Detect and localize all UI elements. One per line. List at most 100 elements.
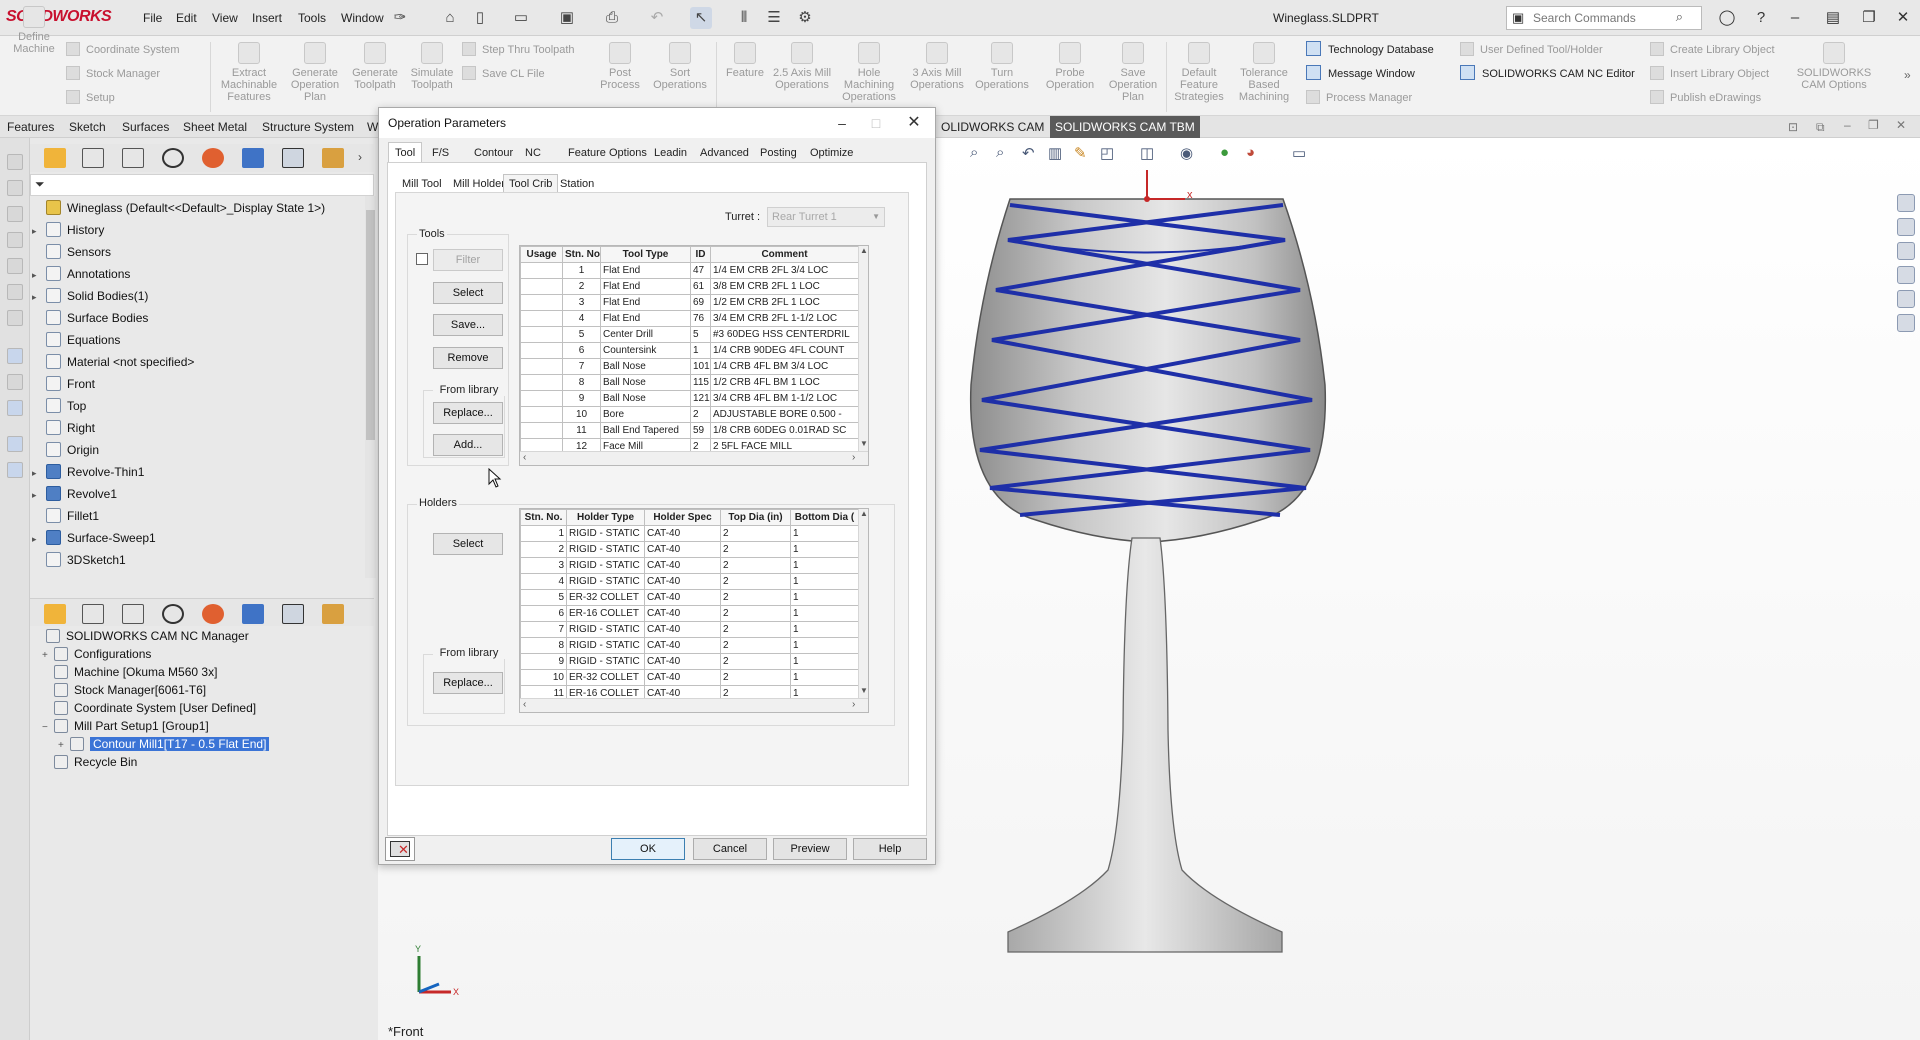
tool-row[interactable]: 1 Flat End 47 1/4 EM CRB 2FL 3/4 LOC bbox=[520, 262, 859, 279]
save-icon[interactable]: ▣ bbox=[556, 7, 578, 29]
cam-tree-item[interactable]: + Contour Mill1[T17 - 0.5 Flat End] bbox=[58, 735, 270, 753]
property-manager-tab-icon[interactable] bbox=[82, 148, 104, 168]
help-button[interactable]: Help bbox=[853, 838, 927, 860]
tools-horizontal-scrollbar[interactable] bbox=[520, 451, 868, 465]
tree-item[interactable]: ▸ History bbox=[32, 219, 364, 241]
tolerance-machining-button[interactable]: Tolerance Based Machining bbox=[1232, 42, 1296, 103]
expand-arrow-icon[interactable]: ▸ bbox=[32, 484, 46, 506]
tree-item[interactable]: Sensors bbox=[32, 241, 364, 263]
tools-column-header[interactable]: Usage bbox=[520, 246, 563, 263]
create-library-object-button[interactable]: Create Library Object bbox=[1650, 40, 1775, 60]
options-gear-icon[interactable]: ⚙ bbox=[794, 7, 816, 29]
expand-arrow-icon[interactable]: ▸ bbox=[32, 286, 46, 308]
tab-advanced[interactable]: Advanced bbox=[693, 142, 756, 162]
file-properties-icon[interactable]: ☰ bbox=[763, 7, 785, 29]
holder-row[interactable]: 7 RIGID - STATIC CAT-40 2 1 bbox=[520, 621, 859, 638]
user-account-icon[interactable]: ◯ bbox=[1716, 8, 1738, 28]
tool-replace-button[interactable]: Replace... bbox=[433, 402, 503, 424]
minimize-icon[interactable]: – bbox=[1784, 8, 1806, 28]
new-document-icon[interactable]: ▯ bbox=[469, 7, 491, 29]
cam-tree-item[interactable]: + Configurations bbox=[42, 645, 151, 663]
cam-tree-item[interactable]: − Mill Part Setup1 [Group1] bbox=[42, 717, 209, 735]
feature-button[interactable]: Feature bbox=[720, 42, 770, 79]
ok-button[interactable]: OK bbox=[611, 838, 685, 860]
hide-show-icon[interactable]: ◉ bbox=[1180, 144, 1193, 162]
panel-icon-5[interactable] bbox=[7, 258, 23, 274]
cam-tree-item[interactable]: Recycle Bin bbox=[42, 753, 137, 771]
tool-row[interactable]: 10 Bore 2 ADJUSTABLE BORE 0.500 - bbox=[520, 406, 859, 423]
design-library-icon[interactable] bbox=[1897, 218, 1915, 236]
subtab-mill-tool[interactable]: Mill Tool bbox=[396, 174, 448, 192]
close-app-icon[interactable]: ✕ bbox=[1892, 8, 1914, 28]
menu-insert[interactable]: Insert bbox=[252, 11, 282, 25]
view-settings-icon[interactable]: ▭ bbox=[1292, 144, 1306, 162]
menu-window[interactable]: Window bbox=[341, 11, 384, 25]
cam-feature-manager-tab-icon[interactable] bbox=[44, 604, 66, 624]
scroll-right-icon[interactable]: › bbox=[852, 452, 855, 463]
dialog-help-graphic-icon[interactable]: ✕ bbox=[385, 837, 415, 861]
menu-view[interactable]: View bbox=[212, 11, 238, 25]
tree-item[interactable]: ▸ Annotations bbox=[32, 263, 364, 285]
cam-feature-tree-icon[interactable] bbox=[242, 604, 264, 624]
user-defined-tool-button[interactable]: User Defined Tool/Holder bbox=[1460, 40, 1603, 60]
feature-tree-scrollbar[interactable] bbox=[365, 196, 376, 578]
select-pointer-icon[interactable]: ↖ bbox=[690, 7, 712, 29]
tab-tool[interactable]: Tool bbox=[388, 142, 423, 162]
scroll-up-icon[interactable]: ▲ bbox=[860, 246, 868, 255]
tab-solidworks-cam[interactable]: OLIDWORKS CAM bbox=[936, 116, 1049, 138]
cam-display-tab-icon[interactable] bbox=[202, 604, 224, 624]
tree-item[interactable]: Right bbox=[32, 417, 364, 439]
holder-row[interactable]: 6 ER-16 COLLET CAT-40 2 1 bbox=[520, 605, 859, 622]
tabs-scroll-icon[interactable]: › bbox=[358, 150, 362, 164]
panel-icon-11[interactable] bbox=[7, 436, 23, 452]
tool-save-button[interactable]: Save... bbox=[433, 314, 503, 336]
scroll-down-icon[interactable]: ▼ bbox=[860, 439, 868, 448]
feature-tree-filter[interactable]: ⏷ bbox=[30, 174, 374, 196]
tool-row[interactable]: 6 Countersink 1 1/4 CRB 90DEG 4FL COUNT bbox=[520, 342, 859, 359]
ribbon-overflow-icon[interactable]: » bbox=[1904, 68, 1911, 82]
tool-row[interactable]: 11 Ball End Tapered 59 1/8 CRB 60DEG 0.01RA… bbox=[520, 422, 859, 439]
tree-item[interactable]: ▸ Solid Bodies(1) bbox=[32, 285, 364, 307]
view-orientation-icon[interactable]: ◰ bbox=[1100, 144, 1114, 162]
save-operation-plan-button[interactable]: Save Operation Plan bbox=[1102, 42, 1164, 103]
panel-icon-4[interactable] bbox=[7, 232, 23, 248]
cam-operation-tree-tab-icon[interactable] bbox=[282, 148, 304, 168]
dimxpert-tab-icon[interactable] bbox=[162, 148, 184, 168]
default-strategies-button[interactable]: Default Feature Strategies bbox=[1170, 42, 1228, 103]
configuration-manager-tab-icon[interactable] bbox=[122, 148, 144, 168]
appearances-icon[interactable] bbox=[1897, 290, 1915, 308]
panel-icon-10[interactable] bbox=[7, 400, 23, 416]
search-commands-input[interactable]: ▣ Search Commands ⌕ bbox=[1506, 6, 1702, 30]
generate-plan-button[interactable]: Generate Operation Plan bbox=[284, 42, 346, 103]
panel-icon-3[interactable] bbox=[7, 206, 23, 222]
tab-fs[interactable]: F/S bbox=[425, 142, 456, 162]
cam-config-tab-icon[interactable] bbox=[122, 604, 144, 624]
dynamic-annotation-icon[interactable]: ✎ bbox=[1074, 144, 1087, 162]
solidworks-resources-icon[interactable] bbox=[1897, 194, 1915, 212]
doc-restore-icon[interactable]: ❐ bbox=[1868, 118, 1879, 132]
edit-appearance-icon[interactable]: ● bbox=[1220, 144, 1229, 161]
save-cl-file-button[interactable]: Save CL File bbox=[462, 64, 545, 84]
filter-checkbox[interactable] bbox=[416, 253, 428, 265]
holders-column-header[interactable]: Holder Spec bbox=[644, 509, 721, 526]
cam-tree-item[interactable]: Machine [Okuma M560 3x] bbox=[42, 663, 217, 681]
zoom-to-fit-icon[interactable]: ⌕ bbox=[970, 144, 978, 161]
print-icon[interactable]: ⎙ bbox=[601, 7, 623, 29]
panel-icon-2[interactable] bbox=[7, 180, 23, 196]
step-thru-toolpath-button[interactable]: Step Thru Toolpath bbox=[462, 40, 575, 60]
cam-tree-item[interactable]: Stock Manager[6061-T6] bbox=[42, 681, 206, 699]
expand-toggle-icon[interactable]: − bbox=[42, 719, 54, 737]
zoom-area-icon[interactable]: ⌕ bbox=[996, 144, 1004, 161]
cam-tree-item[interactable]: Coordinate System [User Defined] bbox=[42, 699, 256, 717]
tab-posting[interactable]: Posting bbox=[753, 142, 804, 162]
tool-row[interactable]: 5 Center Drill 5 #3 60DEG HSS CENTERDRIL bbox=[520, 326, 859, 343]
holders-column-header[interactable]: Bottom Dia ( bbox=[790, 509, 859, 526]
mill-3-axis-button[interactable]: 3 Axis Mill Operations bbox=[904, 42, 970, 91]
apply-scene-icon[interactable]: ◕ bbox=[1246, 144, 1255, 161]
simulate-toolpath-button[interactable]: Simulate Toolpath bbox=[404, 42, 460, 91]
tree-item[interactable]: Material <not specified> bbox=[32, 351, 364, 373]
holder-select-button[interactable]: Select bbox=[433, 533, 503, 555]
doc-minimize-icon[interactable]: – bbox=[1844, 118, 1851, 132]
holder-row[interactable]: 4 RIGID - STATIC CAT-40 2 1 bbox=[520, 573, 859, 590]
expand-arrow-icon[interactable]: ▸ bbox=[32, 528, 46, 550]
